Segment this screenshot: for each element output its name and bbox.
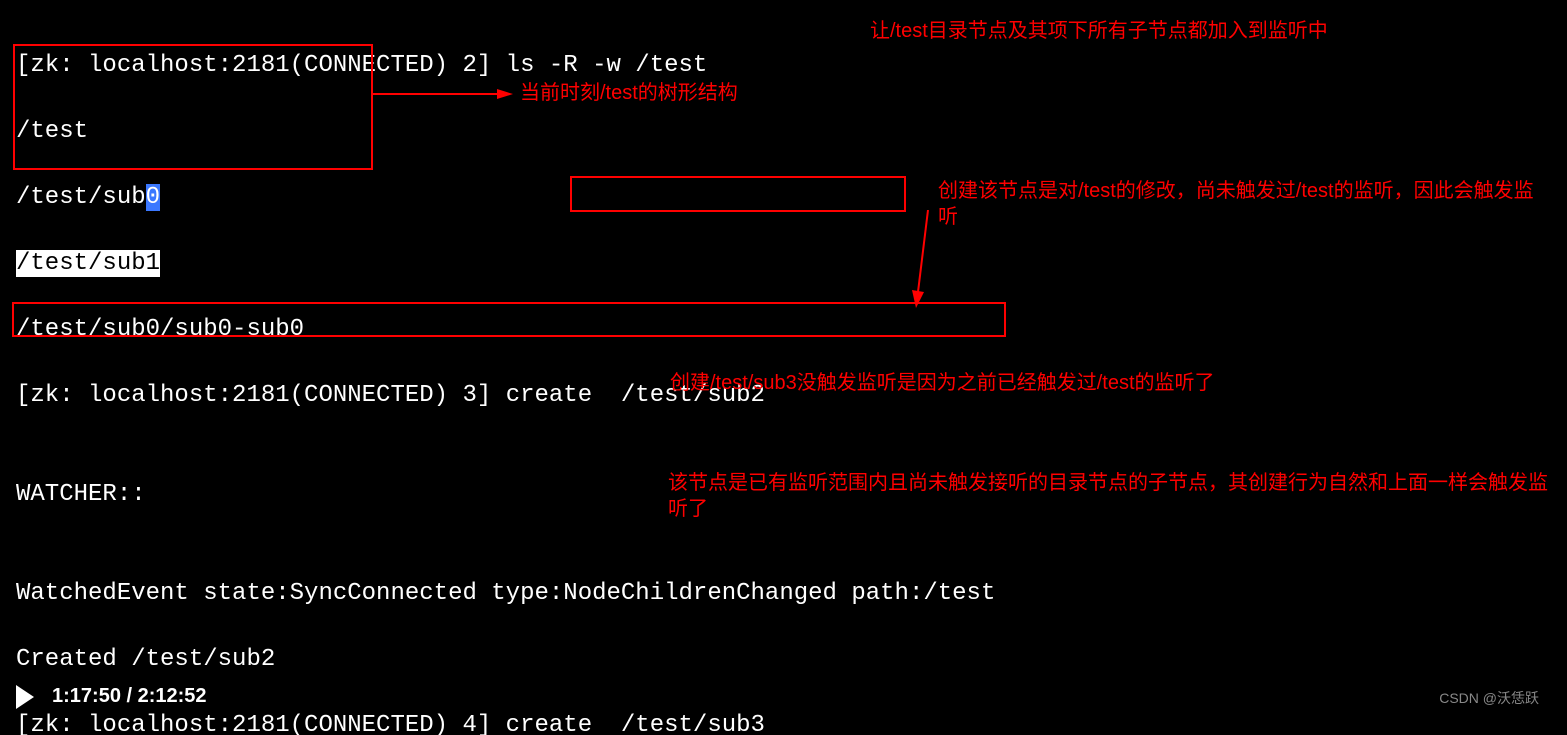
video-controls: 1:17:50 / 2:12:52 [16, 680, 207, 713]
terminal-line: WatchedEvent state:SyncConnected type:No… [16, 577, 1567, 610]
terminal-line: /test [16, 115, 1567, 148]
prompt-text: [zk: localhost:2181(CONNECTED) 3] [16, 382, 506, 409]
current-time: 1:17:50 [52, 685, 121, 707]
terminal-line: [zk: localhost:2181(CONNECTED) 2] ls -R … [16, 49, 1567, 82]
total-time: 2:12:52 [138, 685, 207, 707]
terminal-line: /test/sub0/sub0-sub0 [16, 313, 1567, 346]
play-icon[interactable] [16, 685, 34, 709]
terminal-output: [zk: localhost:2181(CONNECTED) 2] ls -R … [0, 0, 1567, 735]
terminal-line: WATCHER:: [16, 478, 1567, 511]
terminal-line: [zk: localhost:2181(CONNECTED) 4] create… [16, 709, 1567, 735]
selection-highlight: 0 [146, 184, 160, 211]
selection-highlight: /test/sub1 [16, 250, 160, 277]
video-time-display: 1:17:50 / 2:12:52 [52, 680, 207, 713]
terminal-line: /test/sub0 [16, 181, 1567, 214]
time-separator: / [121, 685, 138, 707]
terminal-line: [zk: localhost:2181(CONNECTED) 3] create… [16, 379, 1567, 412]
command-text: create /test/sub2 [506, 382, 765, 409]
terminal-line: Created /test/sub2 [16, 643, 1567, 676]
terminal-line: /test/sub1 [16, 247, 1567, 280]
text: /test/sub [16, 184, 146, 211]
